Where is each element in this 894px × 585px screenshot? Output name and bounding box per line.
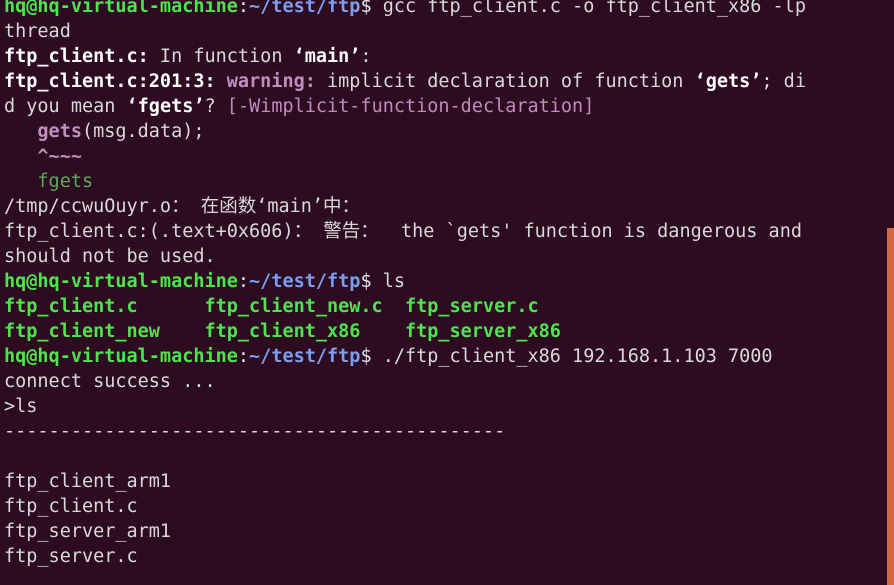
ls-file-entry: ftp_client_new.c — [204, 296, 405, 317]
prompt-command: ./ftp_client_x86 192.168.1.103 7000 — [371, 346, 773, 367]
terminal-segment: warning: — [226, 71, 316, 92]
terminal-line-text: thread — [4, 21, 71, 42]
prompt-sigil: $ — [360, 0, 372, 17]
ls-file-entry: ftp_client.c — [4, 296, 205, 317]
line-gcc-command-wrap: thread — [4, 19, 884, 44]
prompt-path: ~/test/ftp — [249, 346, 361, 367]
terminal-screen[interactable]: hq@hq-virtual-machine:~/test/ftp$ gcc ft… — [4, 0, 884, 569]
terminal-line-text: /tmp/ccwuOuyr.o： 在函数‘main’中： — [4, 196, 361, 217]
terminal-segment: ? — [204, 96, 227, 117]
line-remote-file-1: ftp_client_arm1 — [4, 469, 884, 494]
line-blank-1 — [4, 444, 884, 469]
line-fgets-suggestion: fgets — [4, 169, 884, 194]
line-warning-implicit-decl: ftp_client.c:201:3: warning: implicit de… — [4, 69, 884, 94]
terminal-line-text: ftp_client_arm1 — [4, 471, 172, 492]
prompt-user-host: hq@hq-virtual-machine — [4, 346, 238, 367]
terminal-segment: [-Wimplicit-function-declaration] — [226, 96, 595, 117]
terminal-segment — [4, 171, 37, 192]
line-gets-dangerous-warning-wrap: should not be used. — [4, 244, 884, 269]
ls-file-entry: ftp_server.c — [404, 296, 539, 317]
terminal-segment — [4, 146, 37, 167]
terminal-segment: (msg.data); — [81, 121, 205, 142]
terminal-segment — [4, 121, 37, 142]
prompt-path: ~/test/ftp — [249, 271, 361, 292]
prompt-separator: : — [237, 271, 250, 292]
terminal-segment: ‘fgets’ — [126, 96, 205, 117]
terminal-line-text: ftp_server_arm1 — [4, 521, 172, 542]
line-ls-output-row-1: ftp_client.c ftp_client_new.c ftp_server… — [4, 294, 884, 319]
line-remote-ls-input: >ls — [4, 394, 884, 419]
line-ls-output-row-2: ftp_client_new ftp_client_x86 ftp_server… — [4, 319, 884, 344]
terminal-segment: : — [360, 46, 372, 67]
line-caret-marker: ^~~~ — [4, 144, 884, 169]
prompt-command: gcc ftp_client.c -o ftp_client_x86 -lp — [371, 0, 806, 17]
terminal-segment: fgets — [37, 171, 94, 192]
ls-file-entry: ftp_client_x86 — [204, 321, 405, 342]
terminal-line-text: ftp_server.c — [4, 546, 138, 567]
terminal-line-text: ftp_client.c — [4, 496, 138, 517]
prompt-user-host: hq@hq-virtual-machine — [4, 271, 238, 292]
terminal-line-text: >ls — [4, 396, 38, 417]
line-run-client-command: hq@hq-virtual-machine:~/test/ftp$ ./ftp_… — [4, 344, 884, 369]
terminal-segment — [216, 71, 227, 92]
prompt-separator: : — [237, 346, 250, 367]
prompt-path: ~/test/ftp — [249, 0, 361, 17]
terminal-segment: d you mean — [4, 96, 127, 117]
terminal-segment: ^~~~ — [37, 146, 82, 167]
prompt-sigil: $ — [360, 346, 372, 367]
line-remote-file-3: ftp_server_arm1 — [4, 519, 884, 544]
ls-file-entry: ftp_client_new — [4, 321, 205, 342]
terminal-segment: implicit declaration of function — [315, 71, 695, 92]
line-in-function-main: ftp_client.c: In function ‘main’: — [4, 44, 884, 69]
line-gets-dangerous-warning: ftp_client.c:(.text+0x606)： 警告： the `get… — [4, 219, 884, 244]
prompt-user-host: hq@hq-virtual-machine — [4, 0, 238, 17]
terminal-segment: gets — [37, 121, 82, 142]
line-gcc-command: hq@hq-virtual-machine:~/test/ftp$ gcc ft… — [4, 0, 884, 19]
terminal-segment: ‘main’ — [293, 46, 361, 67]
terminal-scrollbar-track[interactable] — [887, 0, 894, 585]
prompt-command: ls — [371, 271, 405, 292]
terminal-segment: ; di — [761, 71, 806, 92]
terminal-line-text: ftp_client.c:(.text+0x606)： 警告： the `get… — [4, 221, 802, 242]
line-warning-wrap: d you mean ‘fgets’? [-Wimplicit-function… — [4, 94, 884, 119]
ls-file-entry: ftp_server_x86 — [404, 321, 561, 342]
line-connect-success: connect success ... — [4, 369, 884, 394]
terminal-segment: In function — [148, 46, 294, 67]
line-ls-command: hq@hq-virtual-machine:~/test/ftp$ ls — [4, 269, 884, 294]
terminal-line-text: should not be used. — [4, 246, 216, 267]
prompt-sigil: $ — [360, 271, 372, 292]
terminal-scrollbar-thumb[interactable] — [887, 228, 894, 585]
terminal-segment: ‘gets’ — [694, 71, 762, 92]
terminal-line-text: ----------------------------------------… — [4, 421, 506, 442]
line-separator-dashes: ----------------------------------------… — [4, 419, 884, 444]
terminal-window[interactable]: hq@hq-virtual-machine:~/test/ftp$ gcc ft… — [0, 0, 894, 585]
terminal-segment: ftp_client.c: — [4, 46, 149, 67]
line-remote-file-2: ftp_client.c — [4, 494, 884, 519]
line-remote-file-4: ftp_server.c — [4, 544, 884, 569]
line-tmp-object-in-function: /tmp/ccwuOuyr.o： 在函数‘main’中： — [4, 194, 884, 219]
terminal-segment: ftp_client.c:201:3: — [4, 71, 216, 92]
line-source-snippet: gets(msg.data); — [4, 119, 884, 144]
prompt-separator: : — [237, 0, 250, 17]
terminal-line-text: connect success ... — [4, 371, 216, 392]
